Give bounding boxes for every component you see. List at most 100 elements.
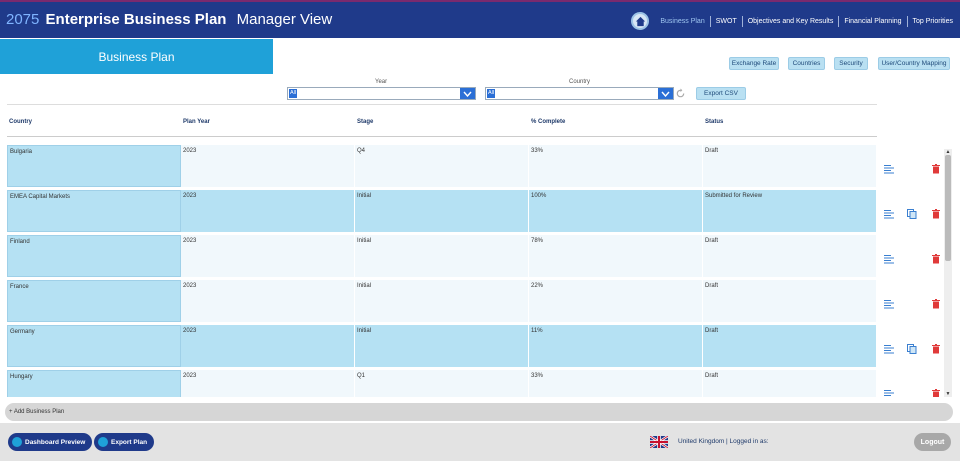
add-business-plan-button[interactable]: + Add Business Plan [5, 403, 953, 421]
chevron-down-icon[interactable] [658, 88, 673, 99]
copy-icon[interactable] [907, 209, 917, 219]
country-filter-label: Country [569, 79, 591, 85]
table-body: Bulgaria 2023 Q4 33% Draft EMEA Capital … [7, 139, 953, 397]
country-filter-select[interactable]: All [485, 87, 674, 100]
details-icon[interactable] [884, 389, 894, 397]
nav-business-plan[interactable]: Business Plan [655, 16, 709, 27]
delete-icon[interactable] [931, 344, 941, 354]
table-header: Country Plan Year Stage % Complete Statu… [7, 104, 877, 137]
nav-financial-planning[interactable]: Financial Planning [838, 15, 906, 27]
column-header-stage[interactable]: Stage [357, 119, 373, 125]
cell-plan-year: 2023 [181, 280, 355, 322]
page-title: Business Plan [0, 39, 273, 74]
export-plan-label: Export Plan [111, 438, 148, 446]
table-row[interactable]: Finland 2023 Initial 78% Draft [7, 235, 945, 277]
cell-country[interactable]: Bulgaria [7, 145, 181, 187]
copy-icon[interactable] [907, 344, 917, 354]
security-button[interactable]: Security [834, 57, 868, 70]
table-row[interactable]: Hungary 2023 Q1 33% Draft [7, 370, 945, 397]
brand-year: 2075 [6, 11, 40, 28]
circle-icon [12, 437, 22, 447]
brand-view: Manager View [236, 11, 333, 28]
cell-country[interactable]: Germany [7, 325, 181, 367]
cell-complete: 33% [529, 370, 703, 397]
brand-name: Enterprise Business Plan [45, 11, 227, 28]
year-filter-select[interactable]: All [287, 87, 476, 100]
delete-icon[interactable] [931, 209, 941, 219]
cell-status: Draft [703, 235, 877, 277]
cell-country[interactable]: Hungary [7, 370, 181, 397]
export-csv-button[interactable]: Export CSV [696, 87, 746, 100]
footer: Dashboard Preview Export Plan United Kin… [0, 423, 960, 461]
main-nav: Business Plan SWOT Objectives and Key Re… [631, 12, 958, 30]
delete-icon[interactable] [931, 164, 941, 174]
circle-icon [98, 437, 108, 447]
details-icon[interactable] [884, 164, 894, 174]
location-login-text: United Kingdom | Logged in as: [678, 438, 769, 445]
uk-flag-icon [650, 436, 668, 448]
cell-plan-year: 2023 [181, 145, 355, 187]
scrollbar-thumb[interactable] [945, 155, 951, 261]
home-icon[interactable] [631, 12, 650, 30]
logout-button[interactable]: Logout [914, 433, 951, 451]
cell-country[interactable]: Finland [7, 235, 181, 277]
reset-icon[interactable] [675, 88, 686, 99]
cell-stage: Initial [355, 190, 529, 232]
table-row[interactable]: France 2023 Initial 22% Draft [7, 280, 945, 322]
column-header-country[interactable]: Country [9, 119, 32, 125]
details-icon[interactable] [884, 209, 894, 219]
cell-complete: 100% [529, 190, 703, 232]
row-actions [877, 370, 945, 397]
table-row[interactable]: EMEA Capital Markets 2023 Initial 100% S… [7, 190, 945, 232]
table-scrollbar[interactable]: ▲ ▼ [944, 149, 952, 397]
cell-stage: Initial [355, 325, 529, 367]
cell-plan-year: 2023 [181, 325, 355, 367]
dashboard-preview-label: Dashboard Preview [25, 438, 86, 446]
cell-stage: Q4 [355, 145, 529, 187]
country-filter-value: All [487, 89, 496, 98]
cell-complete: 22% [529, 280, 703, 322]
export-plan-button[interactable]: Export Plan [94, 433, 155, 451]
cell-country[interactable]: EMEA Capital Markets [7, 190, 181, 232]
cell-complete: 78% [529, 235, 703, 277]
cell-country[interactable]: France [7, 280, 181, 322]
cell-plan-year: 2023 [181, 235, 355, 277]
year-filter-label: Year [375, 79, 388, 85]
delete-icon[interactable] [931, 299, 941, 309]
nav-top-priorities[interactable]: Top Priorities [906, 15, 958, 27]
chevron-down-icon[interactable] [460, 88, 475, 99]
cell-status: Draft [703, 325, 877, 367]
table-row[interactable]: Bulgaria 2023 Q4 33% Draft [7, 145, 945, 187]
nav-swot[interactable]: SWOT [709, 15, 742, 27]
top-bar: 2075 Enterprise Business Plan Manager Vi… [0, 0, 960, 38]
cell-plan-year: 2023 [181, 190, 355, 232]
cell-complete: 33% [529, 145, 703, 187]
details-icon[interactable] [884, 254, 894, 264]
column-header-status[interactable]: Status [705, 119, 723, 125]
year-filter-value: All [289, 89, 298, 98]
row-actions [877, 280, 945, 322]
cell-status: Submitted for Review [703, 190, 877, 232]
row-actions [877, 235, 945, 277]
column-header-plan-year[interactable]: Plan Year [183, 119, 210, 125]
user-country-mapping-button[interactable]: User/Country Mapping [878, 57, 950, 70]
details-icon[interactable] [884, 299, 894, 309]
column-header-complete[interactable]: % Complete [531, 119, 565, 125]
nav-okr[interactable]: Objectives and Key Results [741, 15, 839, 27]
delete-icon[interactable] [931, 254, 941, 264]
cell-stage: Initial [355, 280, 529, 322]
countries-button[interactable]: Countries [788, 57, 825, 70]
app-brand: 2075 Enterprise Business Plan Manager Vi… [6, 11, 332, 28]
exchange-rate-button[interactable]: Exchange Rate [729, 57, 779, 70]
delete-icon[interactable] [931, 389, 941, 397]
row-actions [877, 145, 945, 187]
cell-stage: Initial [355, 235, 529, 277]
scroll-down-icon[interactable]: ▼ [944, 391, 952, 397]
row-actions [877, 325, 945, 367]
cell-status: Draft [703, 145, 877, 187]
cell-status: Draft [703, 280, 877, 322]
table-row[interactable]: Germany 2023 Initial 11% Draft [7, 325, 945, 367]
dashboard-preview-button[interactable]: Dashboard Preview [8, 433, 93, 451]
details-icon[interactable] [884, 344, 894, 354]
cell-plan-year: 2023 [181, 370, 355, 397]
